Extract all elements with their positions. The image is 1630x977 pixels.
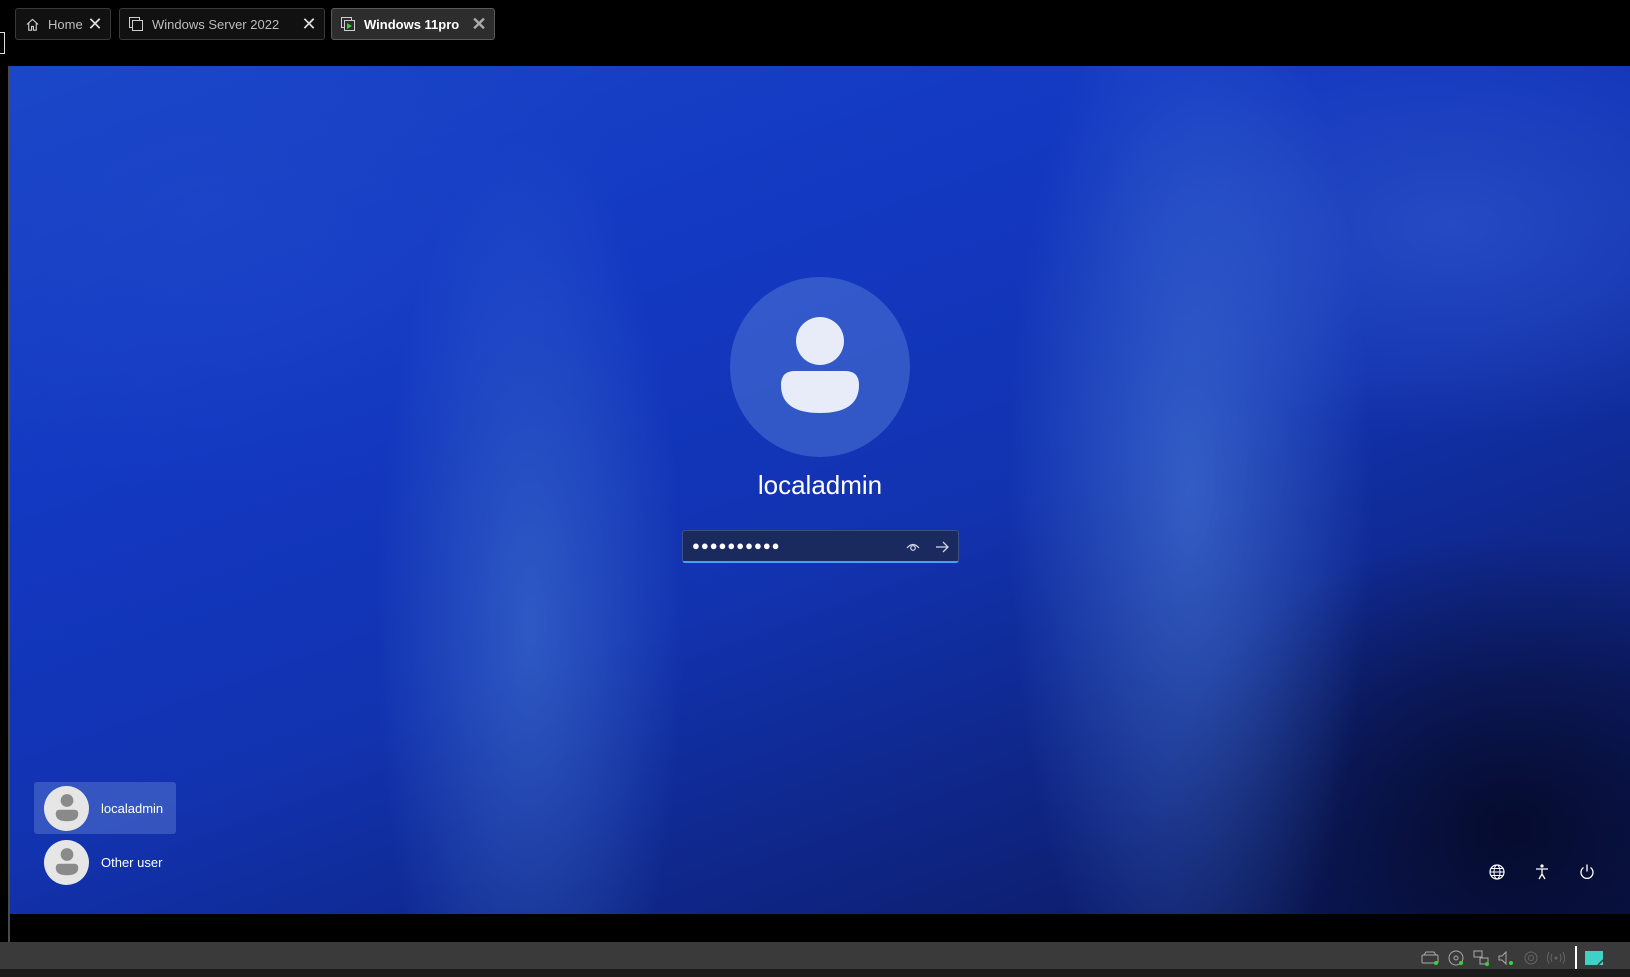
close-icon[interactable]: ✕ [470,15,488,33]
avatar [44,785,89,831]
hard-disk-icon[interactable] [1420,948,1440,968]
tab-home[interactable]: Home ✕ [15,8,111,40]
tab-windows-server-2022[interactable]: Windows Server 2022 ✕ [119,8,325,40]
password-input[interactable]: ●●●●●●●●●● [682,530,959,563]
user-list-label: Other user [101,854,163,870]
host-taskbar-strip [0,969,1630,977]
avatar [44,839,89,885]
power-icon[interactable] [1577,862,1597,882]
password-value: ●●●●●●●●●● [692,538,781,553]
user-silhouette-icon [55,848,78,876]
tab-label: Home [48,16,83,32]
wireless-icon[interactable] [1546,948,1566,968]
vm-running-icon [340,16,356,32]
vm-icon [128,16,144,32]
user-list-label: localadmin [101,800,164,816]
sidebar-toggle[interactable] [0,32,5,54]
user-silhouette-icon [781,317,859,413]
close-icon[interactable]: ✕ [300,15,318,33]
tab-windows-11pro[interactable]: Windows 11pro ✕ [331,8,495,40]
sound-icon[interactable] [1496,948,1516,968]
user-list-item-other-user[interactable]: Other user [34,836,176,888]
tab-label: Windows 11pro [364,16,460,32]
user-list-item-localadmin[interactable]: localadmin [34,782,176,834]
tab-label: Windows Server 2022 [152,16,280,32]
vm-tab-bar: Home ✕ Windows Server 2022 ✕ Windows 11p… [0,0,1630,66]
message-icon[interactable] [1584,948,1604,968]
windows-lock-screen[interactable]: localadmin ●●●●●●●●●● localadmin Other u… [10,66,1630,914]
close-icon[interactable]: ✕ [86,15,104,33]
user-avatar [730,277,910,457]
reveal-password-icon[interactable] [905,539,921,555]
accessibility-icon[interactable] [1532,862,1552,882]
usb-icon[interactable] [1521,948,1541,968]
network-adapter-icon[interactable] [1471,948,1491,968]
submit-arrow-icon[interactable] [933,538,951,556]
username-label: localadmin [757,470,883,500]
cd-dvd-icon[interactable] [1446,948,1466,968]
user-silhouette-icon [55,794,78,822]
home-icon [24,16,40,32]
network-icon[interactable] [1487,862,1507,882]
divider [1575,946,1577,970]
